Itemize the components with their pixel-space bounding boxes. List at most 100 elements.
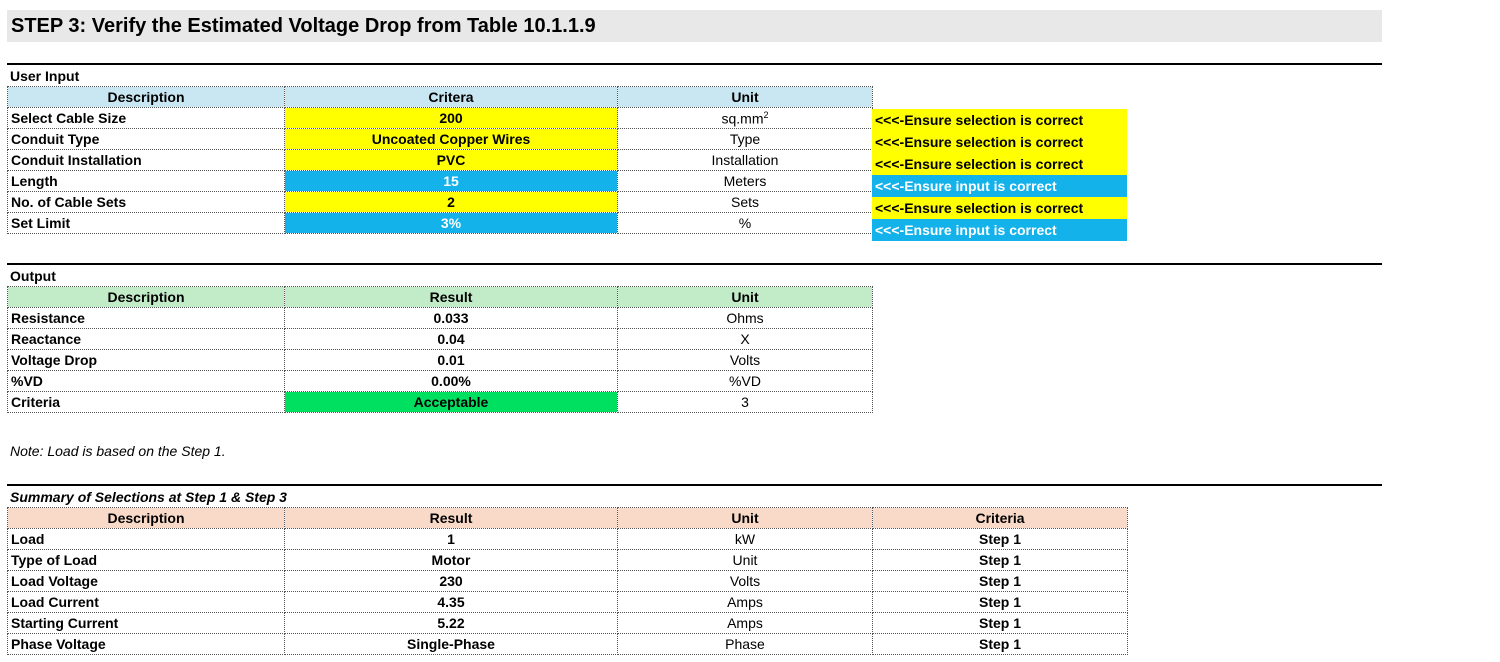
row-criteria: Step 1: [872, 612, 1128, 634]
table-row: Type of Load Motor Unit Step 1: [7, 549, 1128, 571]
table-row: Phase Voltage Single-Phase Phase Step 1: [7, 633, 1128, 655]
row-description: Type of Load: [7, 549, 285, 571]
row-result: 5.22: [284, 612, 618, 634]
row-unit: X: [617, 328, 873, 350]
hint-input: <<<-Ensure input is correct: [872, 219, 1127, 241]
hint-selection: <<<-Ensure selection is correct: [872, 153, 1127, 175]
row-description: Phase Voltage: [7, 633, 285, 655]
summary-table: Description Result Unit Criteria Load 1 …: [7, 507, 1128, 655]
row-result: Motor: [284, 549, 618, 571]
table-row: Voltage Drop 0.01 Volts: [7, 349, 873, 371]
table-header-row: Description Critera Unit: [7, 86, 873, 108]
row-description: Voltage Drop: [7, 349, 285, 371]
table-row: Set Limit 3% %: [7, 212, 873, 234]
header-unit: Unit: [617, 86, 873, 108]
row-unit: kW: [617, 528, 873, 550]
header-result: Result: [284, 286, 618, 308]
table-row: Criteria Acceptable 3: [7, 391, 873, 413]
row-description: Resistance: [7, 307, 285, 329]
row-unit: Amps: [617, 591, 873, 613]
hint-selection: <<<-Ensure selection is correct: [872, 131, 1127, 153]
row-unit: Type: [617, 128, 873, 150]
header-unit: Unit: [617, 507, 873, 529]
row-unit: Volts: [617, 349, 873, 371]
row-description: Set Limit: [7, 212, 285, 234]
table-row: Load 1 kW Step 1: [7, 528, 1128, 550]
table-row: Conduit Installation PVC Installation: [7, 149, 873, 171]
header-criteria: Criteria: [872, 507, 1128, 529]
section-divider: [7, 484, 1382, 486]
conduit-installation-select[interactable]: PVC: [284, 149, 618, 171]
row-unit: %: [617, 212, 873, 234]
table-row: No. of Cable Sets 2 Sets: [7, 191, 873, 213]
row-criteria: Step 1: [872, 528, 1128, 550]
hint-input: <<<-Ensure input is correct: [872, 175, 1127, 197]
section-divider: [7, 63, 1382, 65]
row-description: Criteria: [7, 391, 285, 413]
row-unit: Phase: [617, 633, 873, 655]
row-description: %VD: [7, 370, 285, 392]
output-table: Description Result Unit Resistance 0.033…: [7, 286, 873, 413]
hint-selection: <<<-Ensure selection is correct: [872, 197, 1127, 219]
summary-label: Summary of Selections at Step 1 & Step 3: [10, 489, 287, 505]
header-result: Result: [284, 507, 618, 529]
input-hints: <<<-Ensure selection is correct <<<-Ensu…: [872, 109, 1127, 241]
row-unit: Volts: [617, 570, 873, 592]
row-unit: 3: [617, 391, 873, 413]
row-description: Starting Current: [7, 612, 285, 634]
header-description: Description: [7, 286, 285, 308]
row-result: 4.35: [284, 591, 618, 613]
section-divider: [7, 263, 1382, 265]
row-unit: Sets: [617, 191, 873, 213]
row-criteria: Step 1: [872, 633, 1128, 655]
table-header-row: Description Result Unit Criteria: [7, 507, 1128, 529]
header-description: Description: [7, 507, 285, 529]
row-unit: Ohms: [617, 307, 873, 329]
row-unit: Meters: [617, 170, 873, 192]
user-input-table: Description Critera Unit Select Cable Si…: [7, 86, 873, 234]
table-row: Select Cable Size 200 sq.mm2: [7, 107, 873, 129]
voltage-drop-value: 0.01: [284, 349, 618, 371]
conduit-type-select[interactable]: Uncoated Copper Wires: [284, 128, 618, 150]
header-description: Description: [7, 86, 285, 108]
table-row: Load Current 4.35 Amps Step 1: [7, 591, 1128, 613]
length-input[interactable]: 15: [284, 170, 618, 192]
row-unit: %VD: [617, 370, 873, 392]
cable-size-select[interactable]: 200: [284, 107, 618, 129]
reactance-value: 0.04: [284, 328, 618, 350]
table-row: Load Voltage 230 Volts Step 1: [7, 570, 1128, 592]
row-unit: sq.mm2: [617, 107, 873, 129]
header-unit: Unit: [617, 286, 873, 308]
row-criteria: Step 1: [872, 570, 1128, 592]
table-row: Length 15 Meters: [7, 170, 873, 192]
row-unit: Amps: [617, 612, 873, 634]
load-note: Note: Load is based on the Step 1.: [10, 443, 226, 459]
row-result: 1: [284, 528, 618, 550]
row-unit: Installation: [617, 149, 873, 171]
row-result: Single-Phase: [284, 633, 618, 655]
row-description: Reactance: [7, 328, 285, 350]
row-description: No. of Cable Sets: [7, 191, 285, 213]
row-criteria: Step 1: [872, 549, 1128, 571]
cable-sets-select[interactable]: 2: [284, 191, 618, 213]
table-row: Resistance 0.033 Ohms: [7, 307, 873, 329]
table-header-row: Description Result Unit: [7, 286, 873, 308]
row-description: Conduit Type: [7, 128, 285, 150]
set-limit-input[interactable]: 3%: [284, 212, 618, 234]
table-row: Starting Current 5.22 Amps Step 1: [7, 612, 1128, 634]
row-description: Conduit Installation: [7, 149, 285, 171]
row-description: Length: [7, 170, 285, 192]
output-label: Output: [10, 268, 56, 284]
row-description: Load Current: [7, 591, 285, 613]
criteria-status-badge: Acceptable: [284, 391, 618, 413]
row-unit: Unit: [617, 549, 873, 571]
header-criteria: Critera: [284, 86, 618, 108]
table-row: %VD 0.00% %VD: [7, 370, 873, 392]
row-description: Load Voltage: [7, 570, 285, 592]
row-result: 230: [284, 570, 618, 592]
user-input-label: User Input: [10, 68, 80, 84]
row-description: Load: [7, 528, 285, 550]
row-criteria: Step 1: [872, 591, 1128, 613]
hint-selection: <<<-Ensure selection is correct: [872, 109, 1127, 131]
table-row: Conduit Type Uncoated Copper Wires Type: [7, 128, 873, 150]
